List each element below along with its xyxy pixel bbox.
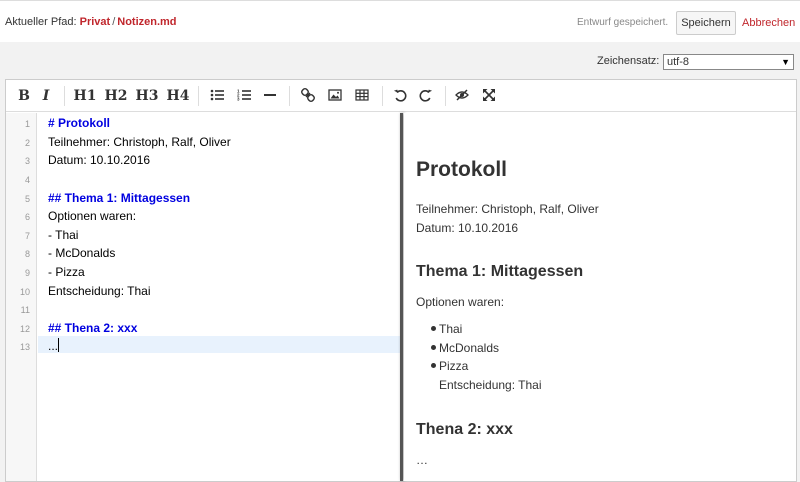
link-icon[interactable] xyxy=(299,87,317,105)
line-number: 5 xyxy=(24,194,30,204)
h3-button[interactable]: H3 xyxy=(135,87,159,105)
code-line: ## Thena 2: xxx xyxy=(48,321,138,335)
toggle-preview-icon[interactable] xyxy=(453,87,471,105)
toolbar-divider xyxy=(445,86,446,106)
toolbar-divider xyxy=(382,86,383,106)
breadcrumb-notizen[interactable]: Notizen.md xyxy=(117,16,176,28)
charset-select[interactable]: utf-8 ▼ xyxy=(663,54,794,70)
save-status: Entwurf gespeichert. xyxy=(577,17,669,28)
charset-label: Zeichensatz: xyxy=(597,55,660,67)
line-number: 11 xyxy=(20,305,30,315)
line-number: 3 xyxy=(24,156,30,166)
line-number: 1 xyxy=(24,119,30,129)
code-line: Teilnehmer: Christoph, Ralf, Oliver xyxy=(48,135,231,149)
preview-heading-2: Thema 1: Mittagessen xyxy=(416,263,584,280)
code-area[interactable]: # Protokoll Teilnehmer: Christoph, Ralf,… xyxy=(38,113,401,481)
list-bullet xyxy=(431,326,436,331)
line-number-gutter: 1 2 3 4 5 6 7 8 9 10 11 12 13 xyxy=(6,113,37,481)
text-cursor xyxy=(58,338,59,352)
chevron-down-icon: ▼ xyxy=(781,57,790,67)
charset-value: utf-8 xyxy=(667,56,690,68)
line-number: 10 xyxy=(19,287,30,297)
code-line: Datum: 10.10.2016 xyxy=(48,153,151,167)
code-line: # Protokoll xyxy=(48,116,111,130)
top-bar: Aktueller Pfad: Privat / Notizen.md Entwur… xyxy=(0,0,800,42)
table-icon[interactable] xyxy=(353,87,371,105)
preview-paragraph: … xyxy=(416,453,428,467)
unordered-list-icon[interactable] xyxy=(208,87,226,105)
breadcrumb-separator: / xyxy=(112,16,116,28)
line-number: 13 xyxy=(19,342,30,352)
list-item: Pizza xyxy=(439,359,469,373)
line-number: 12 xyxy=(19,324,30,334)
code-line: ... xyxy=(48,339,59,353)
toolbar-divider xyxy=(289,86,290,106)
fullscreen-icon[interactable] xyxy=(480,87,498,105)
split-divider[interactable] xyxy=(400,113,403,481)
toolbar-divider xyxy=(198,86,199,106)
h2-button[interactable]: H2 xyxy=(104,87,128,105)
italic-button[interactable]: I xyxy=(39,87,53,105)
breadcrumb-privat[interactable]: Privat xyxy=(80,16,111,28)
line-number: 9 xyxy=(24,268,30,278)
h4-button[interactable]: H4 xyxy=(166,87,190,105)
preview-paragraph: Optionen waren: xyxy=(416,295,505,309)
code-line: ## Thema 1: Mittagessen xyxy=(48,191,191,205)
undo-icon[interactable] xyxy=(391,87,409,105)
image-icon[interactable] xyxy=(326,87,344,105)
active-line-highlight xyxy=(38,336,401,353)
cancel-link[interactable]: Abbrechen xyxy=(742,17,795,29)
code-line: - Pizza xyxy=(48,265,85,279)
preview-paragraph: Teilnehmer: Christoph, Ralf, Oliver xyxy=(416,202,599,216)
preview-pane: Protokoll Teilnehmer: Christoph, Ralf, O… xyxy=(404,113,796,481)
save-button[interactable]: Speichern xyxy=(676,11,736,35)
code-line: Entscheidung: Thai xyxy=(48,284,151,298)
preview-paragraph: Datum: 10.10.2016 xyxy=(416,221,519,235)
breadcrumb: Aktueller Pfad: Privat / Notizen.md xyxy=(5,16,177,28)
code-line: Optionen waren: xyxy=(48,209,137,223)
preview-heading-1: Protokoll xyxy=(416,158,508,181)
preview-heading-2: Thena 2: xxx xyxy=(416,421,513,438)
list-item: Thai xyxy=(439,322,463,336)
list-item-continuation: Entscheidung: Thai xyxy=(439,378,542,392)
list-item: McDonalds xyxy=(439,341,500,355)
line-number: 7 xyxy=(24,231,30,241)
list-bullet xyxy=(431,345,436,350)
line-number: 8 xyxy=(24,249,30,259)
svg-text:3: 3 xyxy=(237,97,240,102)
horizontal-rule-icon[interactable] xyxy=(261,87,279,105)
toolbar-divider xyxy=(64,86,65,106)
code-line: - Thai xyxy=(48,228,79,242)
line-number: 2 xyxy=(24,138,30,148)
markdown-editor: B I H1 H2 H3 H4 123 1 2 3 4 5 6 7 8 9 10… xyxy=(5,79,797,482)
ordered-list-icon[interactable]: 123 xyxy=(235,87,253,105)
list-bullet xyxy=(431,363,436,368)
h1-button[interactable]: H1 xyxy=(73,87,97,105)
redo-icon[interactable] xyxy=(417,87,435,105)
path-label: Aktueller Pfad: xyxy=(5,16,77,28)
line-number: 4 xyxy=(24,175,30,185)
editor-toolbar: B I H1 H2 H3 H4 123 xyxy=(6,80,796,112)
code-line: - McDonalds xyxy=(48,246,116,260)
bold-button[interactable]: B xyxy=(16,87,32,105)
line-number: 6 xyxy=(24,212,30,222)
